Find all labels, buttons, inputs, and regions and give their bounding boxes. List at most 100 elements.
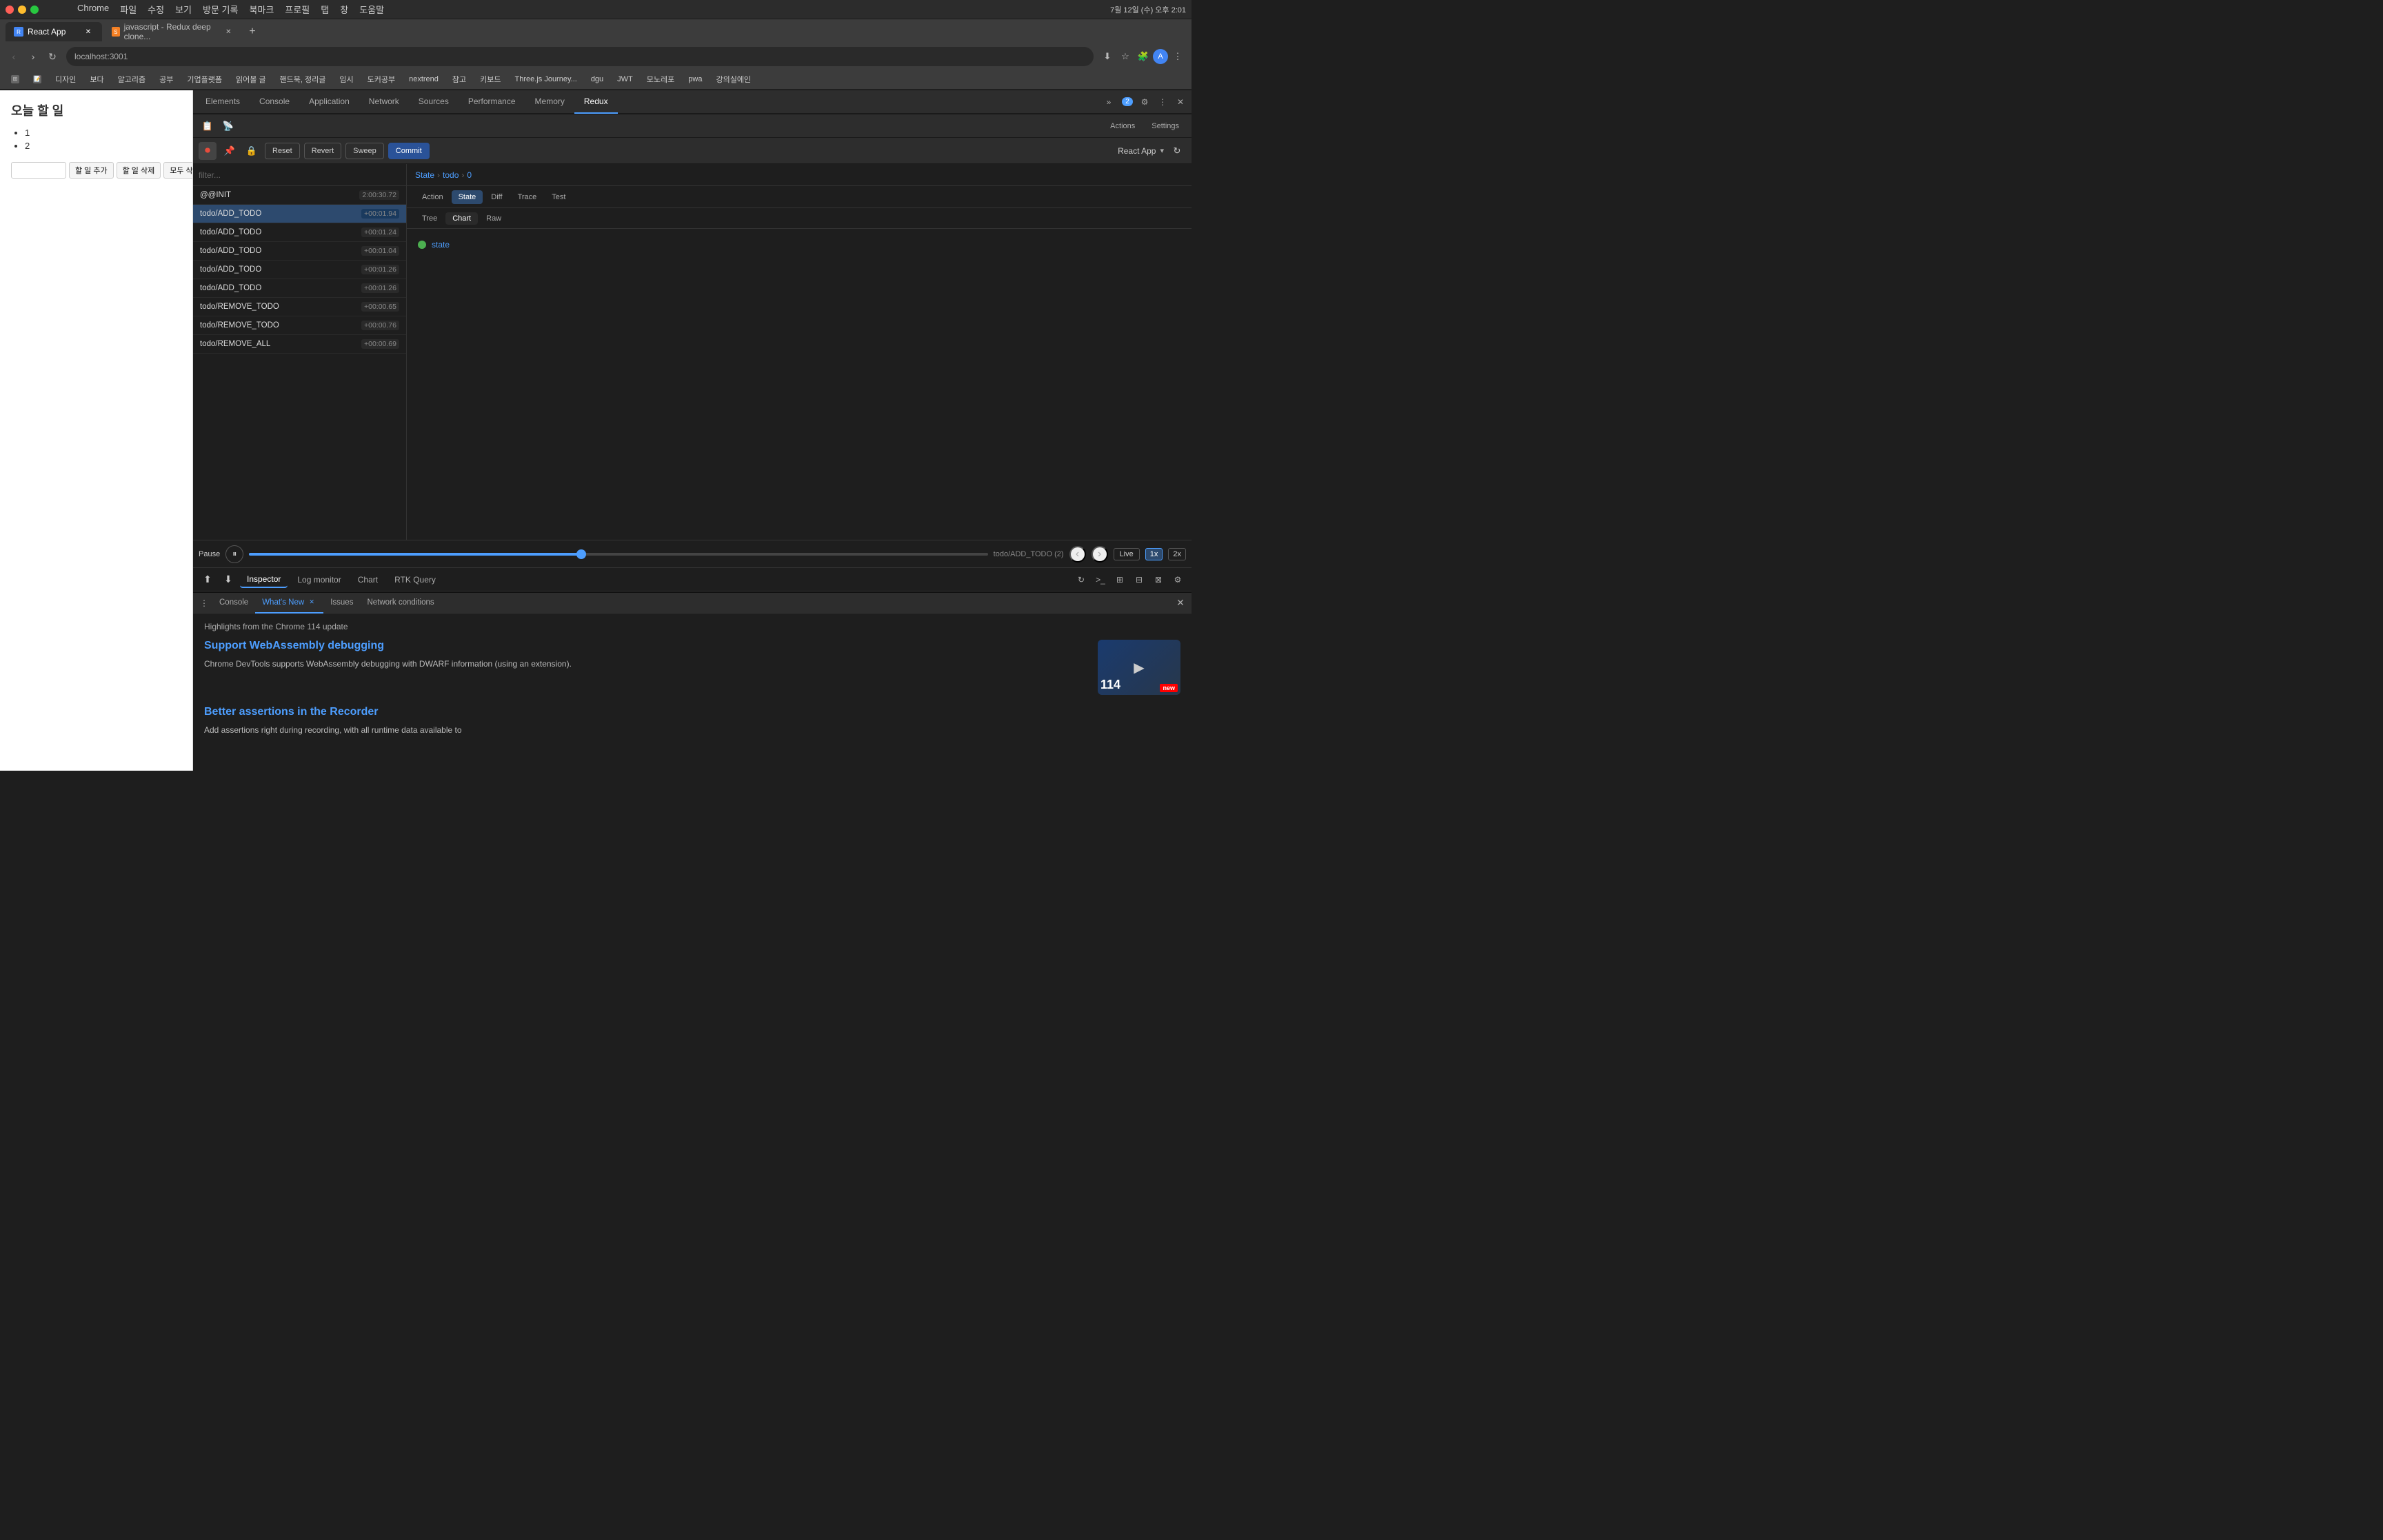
bookmark-threejs[interactable]: Three.js Journey... <box>510 73 583 85</box>
state-node[interactable]: state <box>418 240 1180 250</box>
action-item-5[interactable]: todo/REMOVE_TODO +00:00.65 <box>193 298 406 316</box>
inspector-tab-chart[interactable]: Chart <box>351 572 385 587</box>
refresh-inspector-icon[interactable]: ↻ <box>1073 571 1089 588</box>
menu-help[interactable]: 도움말 <box>359 3 384 16</box>
settings-tab-label[interactable]: Settings <box>1145 119 1186 133</box>
inspector-tab-inspector[interactable]: Inspector <box>240 571 288 588</box>
forward-button[interactable]: › <box>25 48 41 65</box>
tab-react-app[interactable]: R React App ✕ <box>6 22 102 41</box>
profile-icon[interactable]: A <box>1153 49 1168 64</box>
actions-tab-label[interactable]: Actions <box>1103 119 1142 133</box>
view-tab-raw[interactable]: Raw <box>479 212 508 225</box>
action-item-7[interactable]: todo/REMOVE_ALL +00:00.69 <box>193 335 406 354</box>
bookmark-notes[interactable]: 📝 <box>28 73 47 85</box>
pause-play-button[interactable]: ⏸ <box>225 545 243 563</box>
menu-window[interactable]: 창 <box>340 3 348 16</box>
import-icon[interactable]: ⬇ <box>219 571 237 589</box>
tab-console[interactable]: Console <box>250 90 299 114</box>
reset-button[interactable]: Reset <box>265 143 300 159</box>
sweep-button[interactable]: Sweep <box>345 143 384 159</box>
next-action-button[interactable]: › <box>1092 546 1108 563</box>
whatsnew-close-icon[interactable]: ✕ <box>307 598 316 607</box>
bookmark-pwa[interactable]: pwa <box>683 73 707 85</box>
revert-button[interactable]: Revert <box>304 143 341 159</box>
bookmark-algorithm[interactable]: 알고리즘 <box>112 72 151 87</box>
grid-icon[interactable]: ⊞ <box>1112 571 1128 588</box>
bookmark-handbook[interactable]: 핸드북, 정리글 <box>274 72 332 87</box>
tab-stackoverflow-close[interactable]: ✕ <box>224 26 233 37</box>
action-item-0[interactable]: todo/ADD_TODO +00:01.94 <box>193 205 406 223</box>
action-creator-icon[interactable]: 📋 <box>199 117 217 135</box>
close-button[interactable] <box>6 6 14 14</box>
bookmark-reading[interactable]: 읽어볼 글 <box>230 72 272 87</box>
state-tab-diff[interactable]: Diff <box>484 190 509 204</box>
bookmark-lecture[interactable]: 강의실에인 <box>710 72 756 87</box>
bookmark-reference[interactable]: 참고 <box>447 72 472 87</box>
speed-2x-button[interactable]: 2x <box>1168 548 1186 560</box>
bottom-tab-issues[interactable]: Issues <box>323 593 360 614</box>
close-devtools-icon[interactable]: ✕ <box>1172 94 1189 110</box>
commit-button[interactable]: Commit <box>388 143 430 159</box>
download-icon[interactable]: ⬇ <box>1099 48 1116 65</box>
refresh-icon[interactable]: ↻ <box>1168 142 1186 160</box>
new-tab-button[interactable]: + <box>243 22 262 41</box>
menu-edit[interactable]: 수정 <box>148 3 164 16</box>
minimize-button[interactable] <box>18 6 26 14</box>
bookmark-study[interactable]: 공부 <box>154 72 179 87</box>
action-item-2[interactable]: todo/ADD_TODO +00:01.04 <box>193 242 406 261</box>
action-item-4[interactable]: todo/ADD_TODO +00:01.26 <box>193 279 406 298</box>
delete-all-button[interactable]: 모두 삭제 <box>163 162 193 179</box>
state-tab-trace[interactable]: Trace <box>511 190 544 204</box>
tab-react-app-close[interactable]: ✕ <box>83 26 94 37</box>
progress-bar[interactable] <box>249 553 987 556</box>
bookmark-boda[interactable]: 보다 <box>84 72 109 87</box>
view-tab-chart[interactable]: Chart <box>445 212 478 225</box>
bookmark-temp[interactable]: 임시 <box>334 72 359 87</box>
bottom-tab-network-conditions[interactable]: Network conditions <box>360 593 441 614</box>
breadcrumb-todo[interactable]: todo <box>443 170 459 180</box>
breadcrumb-0[interactable]: 0 <box>467 170 472 180</box>
menu-chrome[interactable]: Chrome <box>77 3 109 16</box>
app-dropdown[interactable]: ▾ <box>1160 146 1164 155</box>
tab-stackoverflow[interactable]: S javascript - Redux deep clone... ✕ <box>103 22 241 41</box>
extensions-icon[interactable]: 🧩 <box>1135 48 1152 65</box>
menu-profile[interactable]: 프로필 <box>285 3 310 16</box>
terminal-icon[interactable]: >_ <box>1092 571 1109 588</box>
prev-action-button[interactable]: ‹ <box>1069 546 1086 563</box>
export-icon[interactable]: ⬆ <box>199 571 217 589</box>
menu-bookmarks[interactable]: 북마크 <box>249 3 274 16</box>
menu-tab[interactable]: 탭 <box>321 3 329 16</box>
progress-thumb[interactable] <box>576 549 586 559</box>
bookmark-dgu[interactable]: dgu <box>585 73 609 85</box>
menu-view[interactable]: 보기 <box>175 3 192 16</box>
bookmark-platform[interactable]: 기업플랫폼 <box>181 72 228 87</box>
back-button[interactable]: ‹ <box>6 48 22 65</box>
pin-icon[interactable]: 📌 <box>221 142 239 160</box>
grid3-icon[interactable]: ⊠ <box>1150 571 1167 588</box>
speed-1x-button[interactable]: 1x <box>1145 548 1163 560</box>
state-tab-test[interactable]: Test <box>545 190 572 204</box>
remote-icon[interactable]: 📡 <box>219 117 237 135</box>
action-item-3[interactable]: todo/ADD_TODO +00:01.26 <box>193 261 406 279</box>
traffic-lights[interactable] <box>6 6 39 14</box>
filter-input[interactable] <box>199 170 401 180</box>
inspector-tab-log[interactable]: Log monitor <box>290 572 348 587</box>
tab-sources[interactable]: Sources <box>409 90 459 114</box>
action-item-1[interactable]: todo/ADD_TODO +00:01.24 <box>193 223 406 242</box>
state-tab-action[interactable]: Action <box>415 190 450 204</box>
console-menu-icon[interactable]: ⋮ <box>196 595 212 611</box>
more-tabs-icon[interactable]: » <box>1100 94 1117 110</box>
settings2-icon[interactable]: ⚙ <box>1169 571 1186 588</box>
tab-memory[interactable]: Memory <box>525 90 574 114</box>
view-tab-tree[interactable]: Tree <box>415 212 444 225</box>
tab-redux[interactable]: Redux <box>574 90 618 114</box>
breadcrumb-state[interactable]: State <box>415 170 434 180</box>
bookmark-apps[interactable]: ⊞ <box>6 73 25 85</box>
news-video[interactable]: ▶ new 114 <box>1098 640 1180 695</box>
menu-history[interactable]: 방문 기록 <box>203 3 238 16</box>
bookmark-design[interactable]: 디자인 <box>50 72 81 87</box>
record-button[interactable]: ⏺ <box>199 142 217 160</box>
close-bottom-panel[interactable]: ✕ <box>1172 595 1189 611</box>
bottom-tab-whatsnew[interactable]: What's New ✕ <box>255 593 323 614</box>
reload-button[interactable]: ↻ <box>44 48 61 65</box>
